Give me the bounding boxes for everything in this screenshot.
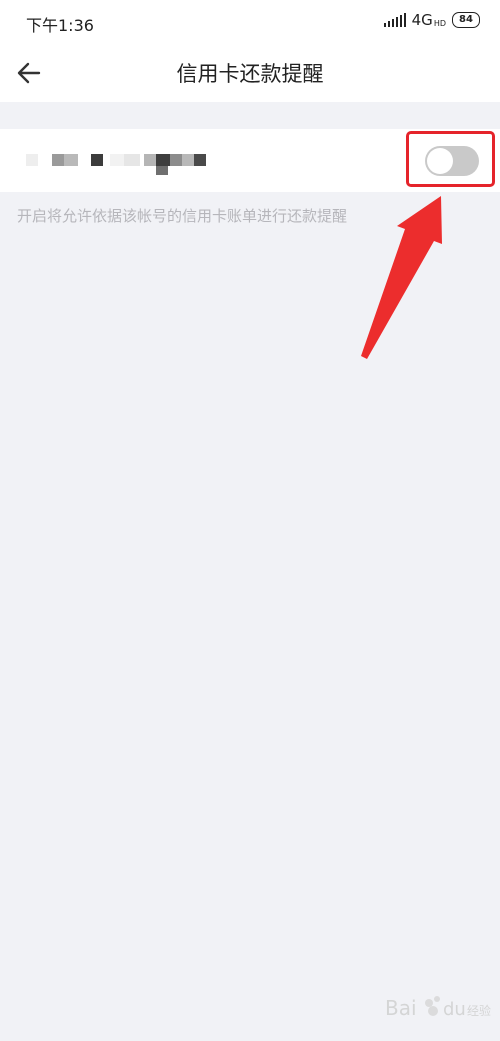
svg-text:Bai: Bai <box>385 996 417 1020</box>
baidu-jingyan-watermark: Bai du 经验 <box>385 996 491 1020</box>
reminder-hint-text: 开启将允许依据该帐号的信用卡账单进行还款提醒 <box>17 207 348 225</box>
page-title: 信用卡还款提醒 <box>176 62 324 86</box>
account-name-mosaic <box>26 152 216 177</box>
signal-icon <box>383 13 406 27</box>
svg-text:du: du <box>443 999 466 1020</box>
annotation-highlight-box <box>406 131 495 187</box>
svg-text:经验: 经验 <box>467 1003 491 1018</box>
battery-icon: 84 <box>452 12 480 28</box>
network-sub-label: HD <box>433 18 446 28</box>
network-type: 4G <box>411 11 433 29</box>
status-bar: 下午1:36 4G HD 84 <box>0 0 500 44</box>
status-indicators: 4G HD 84 <box>383 11 480 29</box>
nav-bar: 信用卡还款提醒 <box>0 44 500 102</box>
status-time: 下午1:36 <box>26 16 94 35</box>
